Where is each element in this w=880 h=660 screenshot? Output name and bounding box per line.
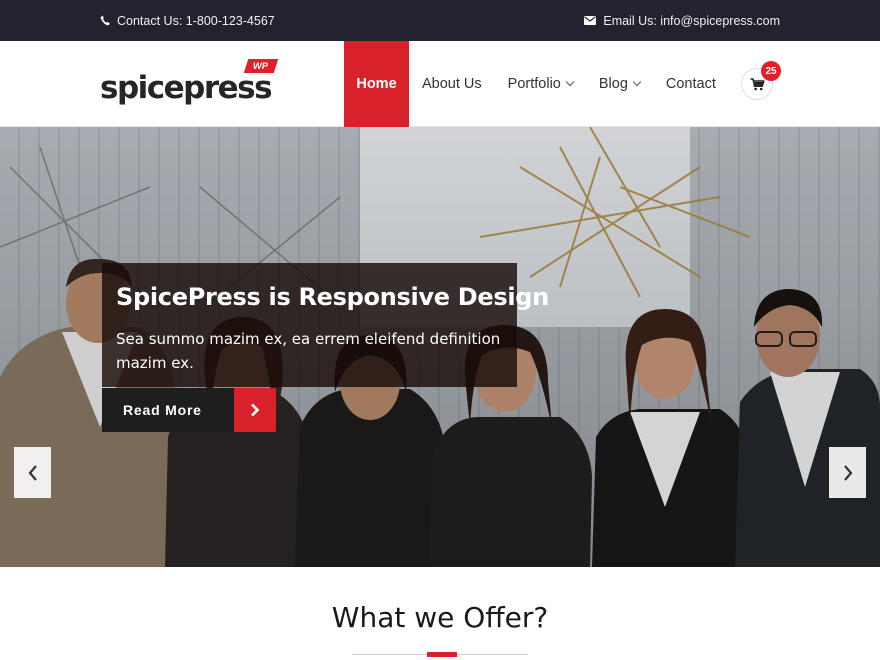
nav-contact[interactable]: Contact: [653, 41, 729, 127]
logo-text: spicepress: [100, 70, 273, 106]
read-more-arrow: [234, 388, 276, 432]
main-nav: Home About Us Portfolio Blog Contact: [344, 41, 729, 127]
site-header: spicepress WP Home About Us Portfolio Bl…: [0, 41, 880, 127]
envelope-icon: [584, 16, 597, 25]
read-more-label: Read More: [102, 388, 234, 432]
nav-blog-label: Blog: [598, 76, 628, 92]
cart-icon: [750, 77, 765, 90]
contact-phone: Contact Us: 1-800-123-4567: [100, 0, 275, 41]
hero-text: Sea summo mazim ex, ea errem eleifend de…: [116, 330, 501, 372]
nav-contact-label: Contact: [665, 76, 716, 92]
chevron-left-icon: [28, 464, 37, 481]
logo-badge: WP: [243, 59, 279, 73]
chevron-down-icon: [565, 77, 575, 87]
nav-blog[interactable]: Blog: [586, 41, 653, 127]
chevron-right-icon: [251, 403, 260, 417]
logo-badge-text: WP: [253, 60, 269, 72]
contact-phone-text: Contact Us: 1-800-123-4567: [117, 13, 275, 28]
nav-about-us[interactable]: About Us: [409, 41, 495, 127]
nav-portfolio[interactable]: Portfolio: [495, 41, 586, 127]
chevron-right-icon: [843, 464, 852, 481]
nav-about-us-label: About Us: [422, 76, 482, 92]
nav-portfolio-label: Portfolio: [507, 76, 561, 92]
hero-title: SpicePress is Responsive Design: [116, 283, 549, 311]
nav-home[interactable]: Home: [344, 41, 409, 127]
slider-next-button[interactable]: [829, 447, 866, 498]
section-separator-accent: [427, 652, 457, 657]
phone-icon: [100, 15, 110, 26]
contact-email[interactable]: Email Us: info@spicepress.com: [584, 0, 780, 41]
contact-email-text[interactable]: Email Us: info@spicepress.com: [603, 14, 780, 28]
section-title: What we Offer?: [331, 601, 549, 634]
slider-prev-button[interactable]: [14, 447, 51, 498]
top-bar: Contact Us: 1-800-123-4567 Email Us: inf…: [0, 0, 880, 41]
chevron-down-icon: [632, 77, 642, 87]
nav-home-label: Home: [356, 76, 397, 92]
cart-count-badge: 25: [761, 61, 781, 81]
site-logo[interactable]: spicepress WP: [100, 59, 280, 109]
read-more-button[interactable]: Read More: [102, 388, 276, 432]
